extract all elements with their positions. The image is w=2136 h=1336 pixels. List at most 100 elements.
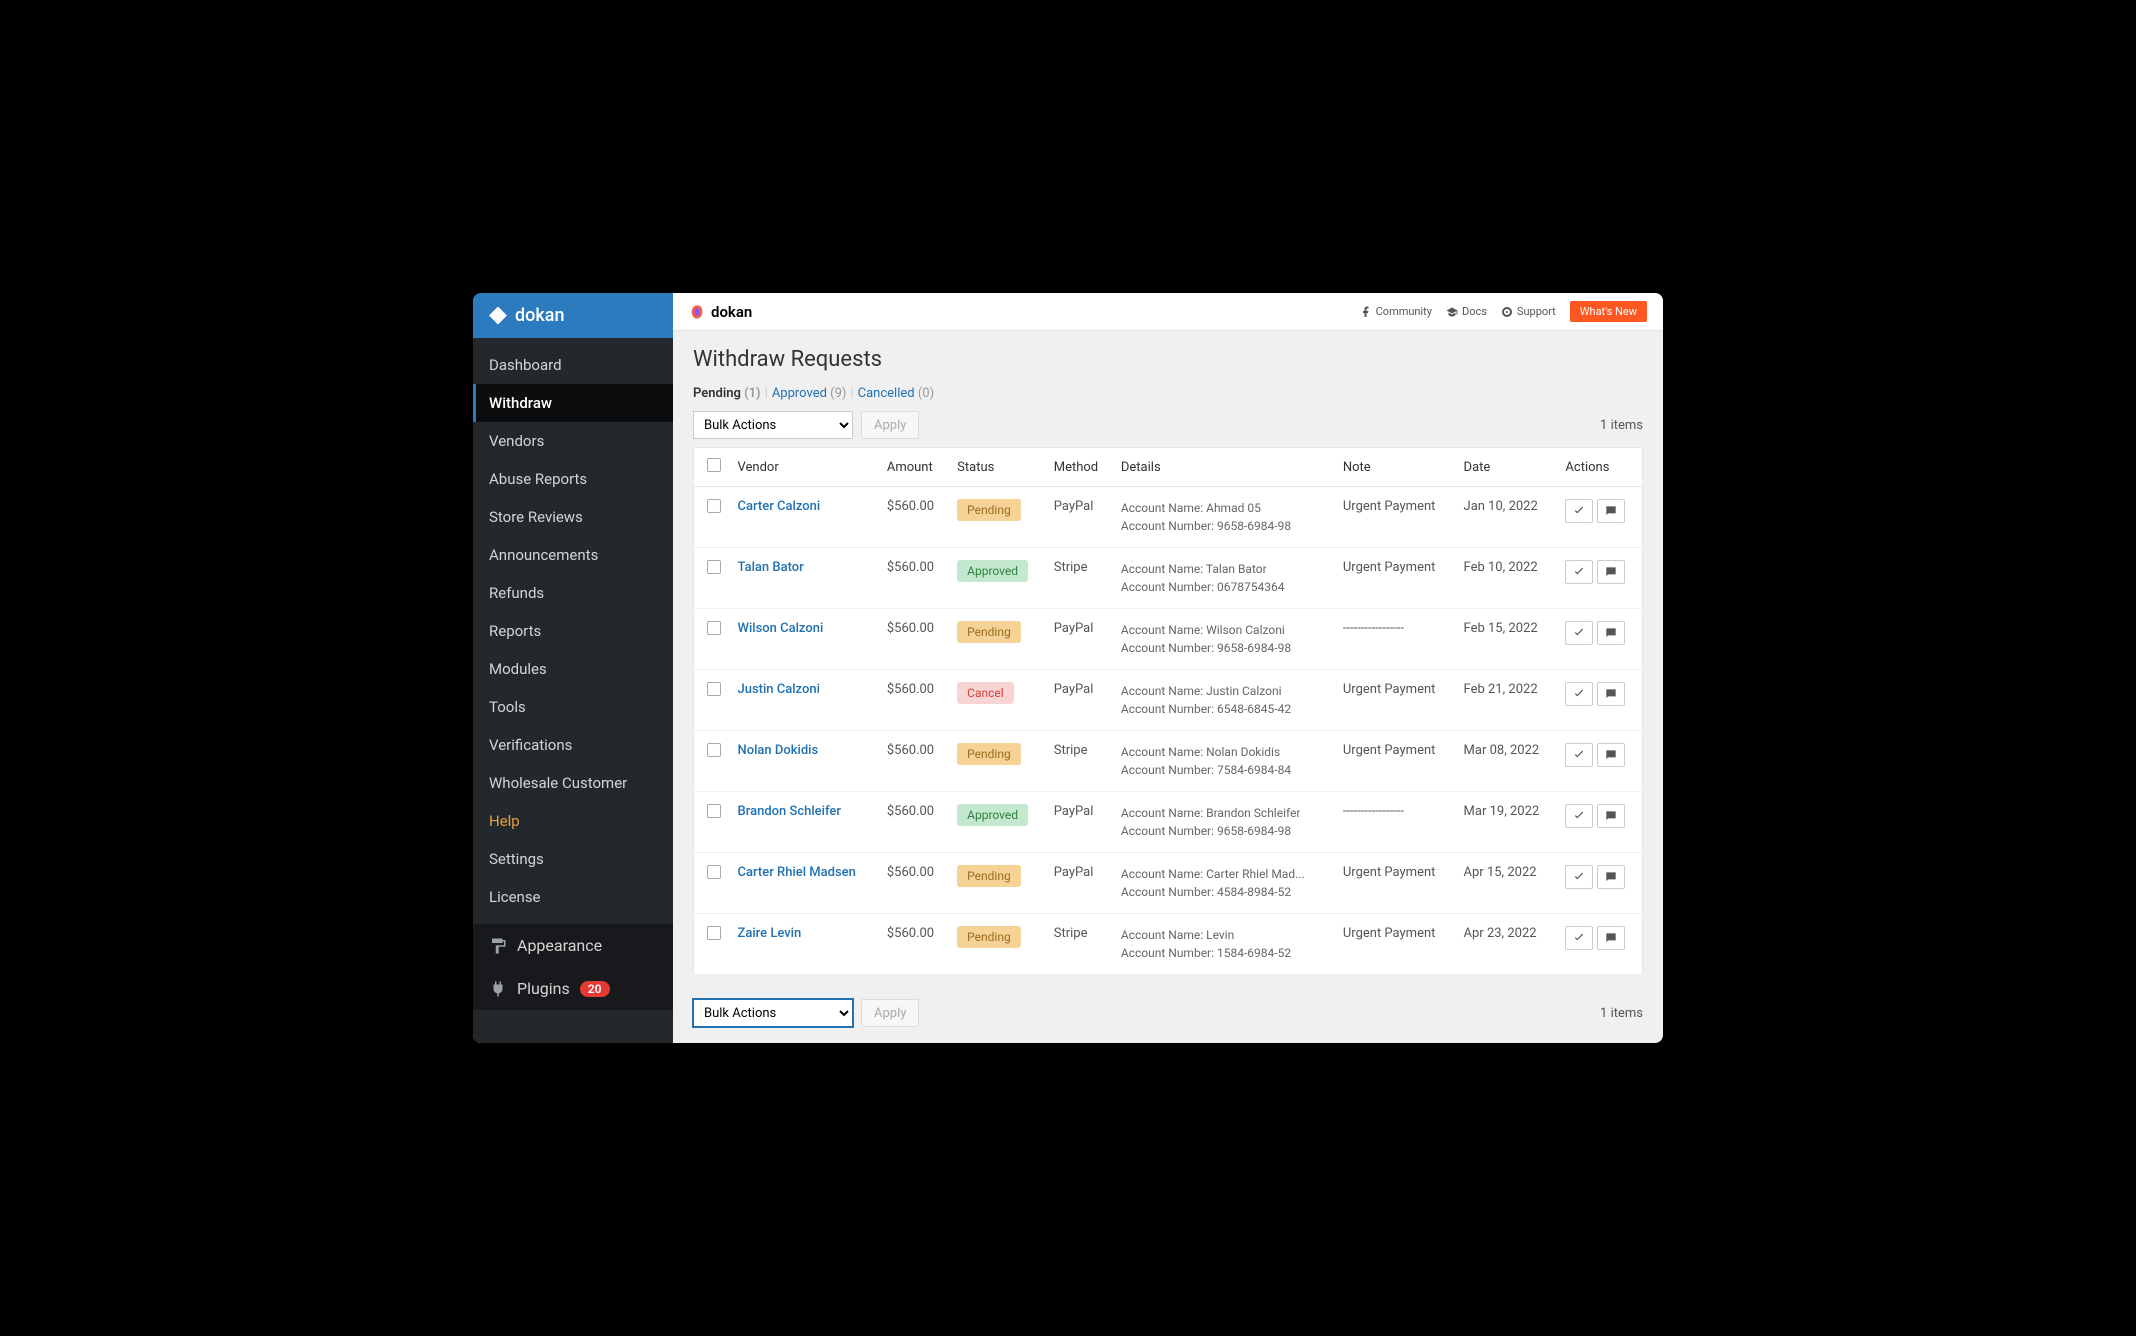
comment-action-button[interactable] <box>1597 682 1625 706</box>
page-title: Withdraw Requests <box>693 347 1643 372</box>
detail-account-name: Account Name: Ahmad 05 <box>1121 499 1327 517</box>
comment-action-button[interactable] <box>1597 804 1625 828</box>
col-date: Date <box>1456 448 1558 487</box>
amount-cell: $560.00 <box>879 914 949 975</box>
sidebar-item-withdraw[interactable]: Withdraw <box>473 384 673 422</box>
sidebar-item-tools[interactable]: Tools <box>473 688 673 726</box>
sidebar-item-store-reviews[interactable]: Store Reviews <box>473 498 673 536</box>
status-badge: Approved <box>957 560 1028 582</box>
comment-action-button[interactable] <box>1597 865 1625 889</box>
date-cell: Feb 21, 2022 <box>1456 670 1558 731</box>
topbar-link-docs[interactable]: Docs <box>1446 305 1487 318</box>
approve-action-button[interactable] <box>1565 682 1593 706</box>
sidebar-item-dashboard[interactable]: Dashboard <box>473 346 673 384</box>
vendor-link[interactable]: Brandon Schleifer <box>738 804 841 819</box>
sidebar-item-announcements[interactable]: Announcements <box>473 536 673 574</box>
detail-account-name: Account Name: Talan Bator <box>1121 560 1327 578</box>
detail-account-number: Account Number: 4584-8984-52 <box>1121 883 1327 901</box>
vendor-link[interactable]: Talan Bator <box>738 560 804 575</box>
topbar-link-support[interactable]: Support <box>1501 305 1556 318</box>
sidebar-brand[interactable]: dokan <box>473 293 673 338</box>
topbar-link-community[interactable]: Community <box>1360 305 1432 318</box>
sidebar-item-abuse-reports[interactable]: Abuse Reports <box>473 460 673 498</box>
sidebar-item-verifications[interactable]: Verifications <box>473 726 673 764</box>
plugins-badge: 20 <box>580 981 610 997</box>
approve-action-button[interactable] <box>1565 560 1593 584</box>
bulk-actions-select-bottom[interactable]: Bulk Actions <box>693 999 853 1027</box>
comment-action-button[interactable] <box>1597 499 1625 523</box>
sidebar-footer: AppearancePlugins20 <box>473 924 673 1010</box>
vendor-link[interactable]: Justin Calzoni <box>738 682 820 697</box>
note-cell: ----------------- <box>1335 609 1456 670</box>
whats-new-button[interactable]: What's New <box>1570 301 1647 322</box>
approve-action-button[interactable] <box>1565 865 1593 889</box>
main-content: dokan Community Docs Support What's New Wit… <box>673 293 1663 1043</box>
page-content: Withdraw Requests Pending (1)|Approved (… <box>673 331 1663 1043</box>
sidebar-item-settings[interactable]: Settings <box>473 840 673 878</box>
sidebar-item-help[interactable]: Help <box>473 802 673 840</box>
detail-account-name: Account Name: Nolan Dokidis <box>1121 743 1327 761</box>
status-tab-cancelled[interactable]: Cancelled (0) <box>858 386 934 401</box>
topbar-links: Community Docs Support What's New <box>1360 301 1647 322</box>
row-checkbox[interactable] <box>707 621 721 635</box>
approve-action-button[interactable] <box>1565 804 1593 828</box>
row-checkbox[interactable] <box>707 560 721 574</box>
apply-button[interactable]: Apply <box>861 411 919 439</box>
plug-icon <box>489 980 507 998</box>
col-actions: Actions <box>1557 448 1642 487</box>
row-checkbox[interactable] <box>707 499 721 513</box>
detail-account-number: Account Number: 9658-6984-98 <box>1121 822 1327 840</box>
approve-action-button[interactable] <box>1565 499 1593 523</box>
sidebar-item-plugins[interactable]: Plugins20 <box>473 967 673 1010</box>
vendor-link[interactable]: Nolan Dokidis <box>738 743 819 758</box>
dokan-logo-icon <box>689 304 705 320</box>
amount-cell: $560.00 <box>879 731 949 792</box>
sidebar-item-wholesale-customer[interactable]: Wholesale Customer <box>473 764 673 802</box>
status-badge: Pending <box>957 621 1021 643</box>
comment-action-button[interactable] <box>1597 560 1625 584</box>
vendor-link[interactable]: Zaire Levin <box>738 926 802 941</box>
col-status: Status <box>949 448 1046 487</box>
method-cell: Stripe <box>1046 914 1113 975</box>
comment-action-button[interactable] <box>1597 926 1625 950</box>
apply-button-bottom[interactable]: Apply <box>861 999 919 1027</box>
method-cell: PayPal <box>1046 792 1113 853</box>
sidebar-item-refunds[interactable]: Refunds <box>473 574 673 612</box>
paint-icon <box>489 937 507 955</box>
detail-account-number: Account Number: 9658-6984-98 <box>1121 517 1327 535</box>
approve-action-button[interactable] <box>1565 926 1593 950</box>
sidebar-item-modules[interactable]: Modules <box>473 650 673 688</box>
row-checkbox[interactable] <box>707 804 721 818</box>
sidebar-menu: DashboardWithdrawVendorsAbuse ReportsSto… <box>473 338 673 924</box>
status-tab-pending[interactable]: Pending (1) <box>693 386 761 401</box>
detail-account-number: Account Number: 0678754364 <box>1121 578 1327 596</box>
select-all-checkbox[interactable] <box>707 458 721 472</box>
table-row: Wilson Calzoni$560.00PendingPayPalAccoun… <box>694 609 1643 670</box>
row-checkbox[interactable] <box>707 926 721 940</box>
comment-action-button[interactable] <box>1597 621 1625 645</box>
bulk-actions-select[interactable]: Bulk Actions <box>693 411 853 439</box>
status-tabs: Pending (1)|Approved (9)|Cancelled (0) <box>693 386 1643 401</box>
vendor-link[interactable]: Carter Rhiel Madsen <box>738 865 856 880</box>
topbar-brand-text: dokan <box>711 303 752 321</box>
approve-action-button[interactable] <box>1565 621 1593 645</box>
sidebar-item-vendors[interactable]: Vendors <box>473 422 673 460</box>
status-badge: Cancel <box>957 682 1014 704</box>
vendor-link[interactable]: Carter Calzoni <box>738 499 821 514</box>
col-vendor: Vendor <box>730 448 879 487</box>
comment-action-button[interactable] <box>1597 743 1625 767</box>
method-cell: PayPal <box>1046 487 1113 548</box>
topbar-brand[interactable]: dokan <box>689 303 752 321</box>
vendor-link[interactable]: Wilson Calzoni <box>738 621 824 636</box>
row-checkbox[interactable] <box>707 865 721 879</box>
status-tab-approved[interactable]: Approved (9) <box>772 386 847 401</box>
approve-action-button[interactable] <box>1565 743 1593 767</box>
row-checkbox[interactable] <box>707 743 721 757</box>
sidebar-item-appearance[interactable]: Appearance <box>473 924 673 967</box>
amount-cell: $560.00 <box>879 487 949 548</box>
sidebar-item-license[interactable]: License <box>473 878 673 916</box>
sidebar-item-reports[interactable]: Reports <box>473 612 673 650</box>
date-cell: Jan 10, 2022 <box>1456 487 1558 548</box>
row-checkbox[interactable] <box>707 682 721 696</box>
amount-cell: $560.00 <box>879 609 949 670</box>
